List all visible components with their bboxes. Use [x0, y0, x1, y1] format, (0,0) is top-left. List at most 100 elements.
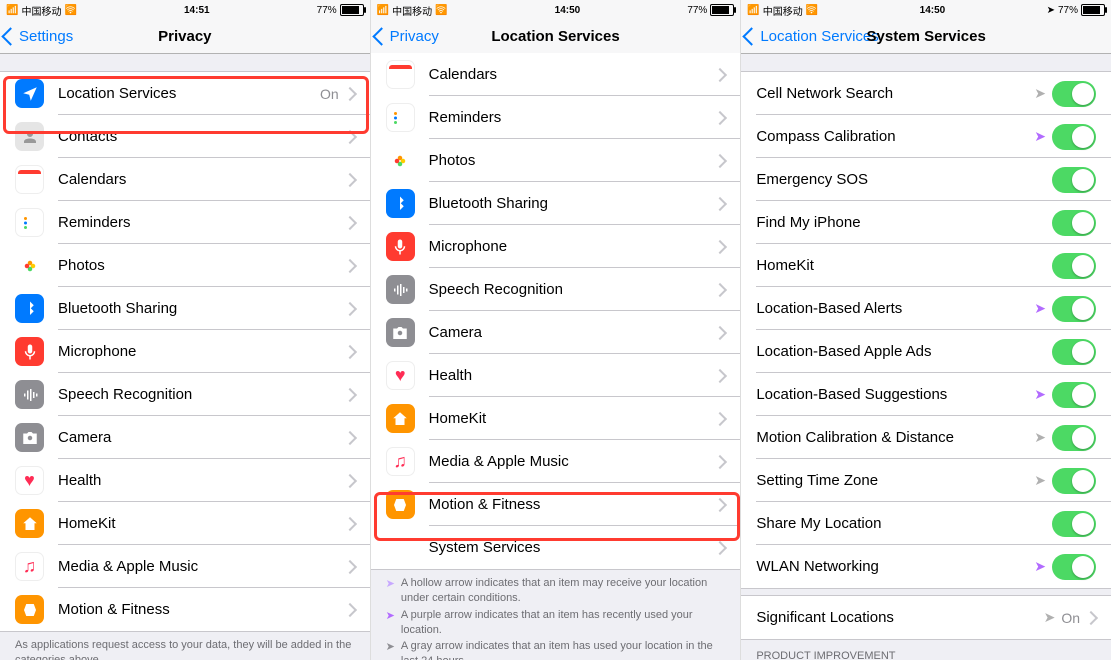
- row-homekit[interactable]: HomeKit: [371, 397, 741, 440]
- row-emergency-sos[interactable]: Emergency SOS: [741, 158, 1111, 201]
- row-homekit[interactable]: HomeKit: [741, 244, 1111, 287]
- row-label: Cell Network Search: [756, 85, 1034, 102]
- back-button[interactable]: Location Services: [745, 20, 878, 53]
- row-speech-recognition[interactable]: Speech Recognition: [371, 268, 741, 311]
- row-bluetooth-sharing[interactable]: Bluetooth Sharing: [371, 182, 741, 225]
- location-arrow-icon: ➤: [1034, 472, 1046, 489]
- row-reminders[interactable]: Reminders: [0, 201, 370, 244]
- camera-icon: [386, 318, 415, 347]
- chevron-right-icon: [343, 172, 357, 186]
- toggle-switch[interactable]: [1052, 124, 1096, 150]
- row-label: Bluetooth Sharing: [58, 300, 345, 317]
- row-motion-fitness[interactable]: Motion & Fitness: [371, 483, 741, 526]
- location-arrow-icon: ➤: [386, 609, 395, 638]
- toggle-switch[interactable]: [1052, 167, 1096, 193]
- row-calendars[interactable]: Calendars: [371, 53, 741, 96]
- row-system-services[interactable]: System Services: [371, 526, 741, 569]
- row-speech-recognition[interactable]: Speech Recognition: [0, 373, 370, 416]
- row-homekit[interactable]: HomeKit: [0, 502, 370, 545]
- toggle-switch[interactable]: [1052, 81, 1096, 107]
- screen-location-services: 📶中国移动🛜 14:50 77% Privacy Location Servic…: [371, 0, 742, 660]
- row-motion-fitness[interactable]: Motion & Fitness: [0, 588, 370, 631]
- row-label: Find My iPhone: [756, 214, 1052, 231]
- row-health[interactable]: ♥ Health: [0, 459, 370, 502]
- row-contacts[interactable]: Contacts: [0, 115, 370, 158]
- row-location-services[interactable]: Location ServicesOn: [0, 72, 370, 115]
- row-photos[interactable]: Photos: [0, 244, 370, 287]
- chevron-right-icon: [713, 497, 727, 511]
- nav-bar: Settings Privacy: [0, 20, 370, 54]
- chevron-right-icon: [343, 602, 357, 616]
- row-media-music[interactable]: ♫Media & Apple Music: [371, 440, 741, 483]
- row-location-based-suggestions[interactable]: Location-Based Suggestions➤: [741, 373, 1111, 416]
- row-label: Share My Location: [756, 515, 1052, 532]
- toggle-switch[interactable]: [1052, 339, 1096, 365]
- chevron-right-icon: [713, 239, 727, 253]
- legend-line: ➤A hollow arrow indicates that an item m…: [386, 576, 726, 606]
- row-microphone[interactable]: Microphone: [0, 330, 370, 373]
- row-calendars[interactable]: Calendars: [0, 158, 370, 201]
- row-label: System Services: [429, 539, 716, 556]
- photos-icon: [386, 146, 415, 175]
- row-share-my-location[interactable]: Share My Location: [741, 502, 1111, 545]
- homekit-icon: [15, 509, 44, 538]
- row-label: Media & Apple Music: [58, 558, 345, 575]
- row-find-my-iphone[interactable]: Find My iPhone: [741, 201, 1111, 244]
- row-setting-time-zone[interactable]: Setting Time Zone➤: [741, 459, 1111, 502]
- toggle-switch[interactable]: [1052, 382, 1096, 408]
- row-label: Location-Based Alerts: [756, 300, 1034, 317]
- toggle-switch[interactable]: [1052, 554, 1096, 580]
- row-photos[interactable]: Photos: [371, 139, 741, 182]
- chevron-right-icon: [713, 325, 727, 339]
- row-label: Camera: [429, 324, 716, 341]
- section-header: PRODUCT IMPROVEMENT: [741, 640, 1111, 660]
- row-microphone[interactable]: Microphone: [371, 225, 741, 268]
- row-location-based-apple-ads[interactable]: Location-Based Apple Ads: [741, 330, 1111, 373]
- status-bar: 📶中国移动🛜 14:50 ➤77%: [741, 0, 1111, 20]
- back-label: Location Services: [760, 28, 878, 45]
- camera-icon: [15, 423, 44, 452]
- chevron-right-icon: [713, 454, 727, 468]
- back-button[interactable]: Privacy: [375, 20, 439, 53]
- row-motion-calibration[interactable]: Motion Calibration & Distance➤: [741, 416, 1111, 459]
- row-camera[interactable]: Camera: [0, 416, 370, 459]
- row-reminders[interactable]: Reminders: [371, 96, 741, 139]
- chevron-right-icon: [713, 282, 727, 296]
- health-icon: ♥: [15, 466, 44, 495]
- location-arrow-icon: ➤: [1034, 300, 1046, 317]
- row-media-music[interactable]: ♫Media & Apple Music: [0, 545, 370, 588]
- row-compass-calibration[interactable]: Compass Calibration➤: [741, 115, 1111, 158]
- row-wlan-networking[interactable]: WLAN Networking➤: [741, 545, 1111, 588]
- toggle-switch[interactable]: [1052, 425, 1096, 451]
- row-health[interactable]: ♥Health: [371, 354, 741, 397]
- toggle-switch[interactable]: [1052, 253, 1096, 279]
- chevron-right-icon: [343, 301, 357, 315]
- contacts-icon: [15, 122, 44, 151]
- toggle-switch[interactable]: [1052, 210, 1096, 236]
- row-significant-locations[interactable]: Significant Locations➤On: [741, 596, 1111, 639]
- battery-pct: 77%: [317, 5, 337, 16]
- chevron-right-icon: [343, 215, 357, 229]
- chevron-right-icon: [713, 411, 727, 425]
- back-button[interactable]: Settings: [4, 20, 73, 53]
- location-arrow-icon: ➤: [1034, 558, 1046, 575]
- toggle-switch[interactable]: [1052, 511, 1096, 537]
- row-camera[interactable]: Camera: [371, 311, 741, 354]
- row-detail: On: [320, 86, 339, 102]
- toggle-switch[interactable]: [1052, 296, 1096, 322]
- chevron-right-icon: [713, 153, 727, 167]
- chevron-right-icon: [713, 110, 727, 124]
- status-bar: 📶中国移动🛜 14:50 77%: [371, 0, 741, 20]
- row-bluetooth-sharing[interactable]: Bluetooth Sharing: [0, 287, 370, 330]
- row-label: Motion & Fitness: [429, 496, 716, 513]
- motion-fitness-icon: [386, 490, 415, 519]
- row-label: Health: [58, 472, 345, 489]
- row-label: Location-Based Apple Ads: [756, 343, 1052, 360]
- location-arrow-icon: ➤: [1044, 609, 1056, 626]
- chevron-right-icon: [343, 86, 357, 100]
- row-label: Compass Calibration: [756, 128, 1034, 145]
- toggle-switch[interactable]: [1052, 468, 1096, 494]
- status-bar: 📶中国移动🛜 14:51 77%: [0, 0, 370, 20]
- row-cell-network-search[interactable]: Cell Network Search➤: [741, 72, 1111, 115]
- row-location-based-alerts[interactable]: Location-Based Alerts➤: [741, 287, 1111, 330]
